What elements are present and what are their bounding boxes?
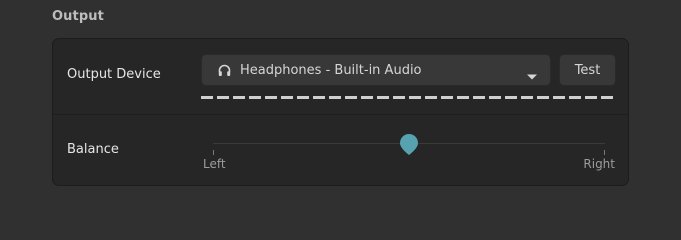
section-title: Output [52,9,104,24]
left-mark-label: Left [203,157,226,171]
test-button[interactable]: Test [559,54,616,86]
output-device-dropdown[interactable]: Headphones - Built-in Audio [201,54,551,86]
balance-slider-knob[interactable] [399,134,419,156]
output-device-selected: Headphones - Built-in Audio [240,62,422,78]
row-divider [53,114,628,115]
right-tick [604,150,605,155]
sound-output-panel: Output Output Device Headphones - Built-… [0,0,681,213]
balance-label: Balance [67,142,119,157]
balance-slider[interactable]: Left Right [203,134,615,176]
left-tick [213,150,214,155]
headphones-icon [217,63,231,77]
output-settings-card: Output Device Headphones - Built-in Audi… [52,38,629,186]
chevron-down-icon [526,66,538,80]
output-device-label: Output Device [67,67,161,82]
right-mark-label: Right [583,157,615,171]
output-level-meter [201,96,617,99]
